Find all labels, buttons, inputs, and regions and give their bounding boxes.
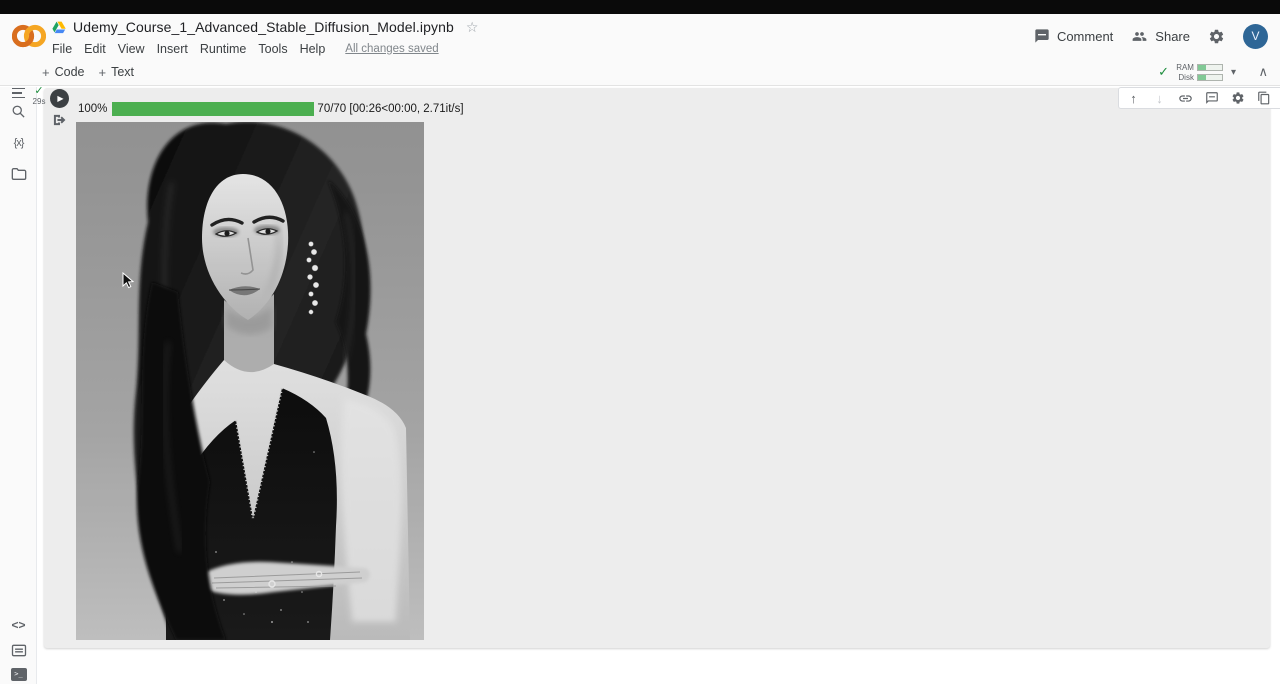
drive-icon [52,20,67,35]
comment-icon [1034,28,1050,44]
command-palette-icon[interactable] [0,637,37,663]
connected-check-icon: ✓ [1158,64,1169,80]
menu-file[interactable]: File [52,42,80,56]
ram-meter [1197,64,1223,71]
plus-icon: + [42,65,50,80]
execution-status: ✓ 29s [30,86,48,106]
comment-button[interactable]: Comment [1034,28,1113,44]
output-image [76,122,424,640]
ram-label: RAM [1175,63,1194,72]
colab-logo[interactable] [12,21,46,51]
menu-view[interactable]: View [118,42,153,56]
cell-toolbar: ↑ ↓ ⋮ [1118,87,1280,109]
editor-settings-icon[interactable] [1230,91,1245,106]
progress-bar [112,102,314,116]
progress-percent: 100% [78,103,107,115]
progress-fill [112,102,314,116]
share-button[interactable]: Share [1131,29,1190,44]
code-snippets-icon[interactable]: <> [0,612,37,638]
share-label: Share [1155,29,1190,44]
top-black-bar [0,0,1280,14]
variables-icon[interactable]: {x} [0,130,37,156]
chevron-down-icon[interactable]: ▾ [1231,67,1236,78]
comment-label: Comment [1057,29,1113,44]
tqdm-progress: 100% 70/70 [00:26<00:00, 2.71it/s] [78,101,464,116]
menu-bar: File Edit View Insert Runtime Tools Help… [52,39,478,58]
menu-tools[interactable]: Tools [258,42,295,56]
mirror-cell-icon[interactable] [1256,91,1271,106]
star-icon[interactable]: ☆ [466,19,479,36]
executed-check-icon: ✓ [30,86,48,97]
add-code-button[interactable]: + Code [42,65,84,80]
menu-runtime[interactable]: Runtime [200,42,255,56]
notebook-title[interactable]: Udemy_Course_1_Advanced_Stable_Diffusion… [73,19,454,35]
menu-edit[interactable]: Edit [84,42,114,56]
left-sidebar: {x} <> >_ [0,87,37,684]
header-left: Udemy_Course_1_Advanced_Stable_Diffusion… [52,16,478,58]
resource-monitor[interactable]: ✓ RAM Disk ▾ [1158,58,1236,86]
copy-link-icon[interactable] [1178,91,1193,106]
settings-button[interactable] [1208,28,1225,45]
notebook-toolbar: + Code + Text ✓ RAM Disk ▾ ∧ [0,58,1280,86]
progress-stats: 70/70 [00:26<00:00, 2.71it/s] [317,103,463,115]
user-avatar[interactable]: V [1243,24,1268,49]
ram-disk-meters: RAM Disk [1175,63,1223,82]
header-actions: Comment Share V [1034,14,1268,58]
colab-window: Udemy_Course_1_Advanced_Stable_Diffusion… [0,0,1280,684]
plus-icon: + [98,65,106,80]
app-header: Udemy_Course_1_Advanced_Stable_Diffusion… [0,14,1280,58]
add-text-label: Text [111,65,134,79]
disk-meter [1197,74,1223,81]
save-status[interactable]: All changes saved [345,43,438,55]
add-text-button[interactable]: + Text [98,65,134,80]
add-comment-icon[interactable] [1204,91,1219,106]
menu-help[interactable]: Help [300,42,334,56]
collapse-sections-button[interactable]: ∧ [1258,58,1268,86]
disk-label: Disk [1175,73,1194,82]
move-cell-up-icon[interactable]: ↑ [1126,91,1141,106]
terminal-icon[interactable]: >_ [0,661,37,684]
execution-time: 29s [30,97,48,106]
gear-icon [1208,28,1225,45]
menu-insert[interactable]: Insert [157,42,196,56]
files-icon[interactable] [0,161,37,187]
add-code-label: Code [55,65,85,79]
people-icon [1131,29,1148,44]
run-cell-button[interactable]: ▶ [50,89,69,108]
output-indicator-icon[interactable] [52,113,66,132]
move-cell-down-icon[interactable]: ↓ [1152,91,1167,106]
